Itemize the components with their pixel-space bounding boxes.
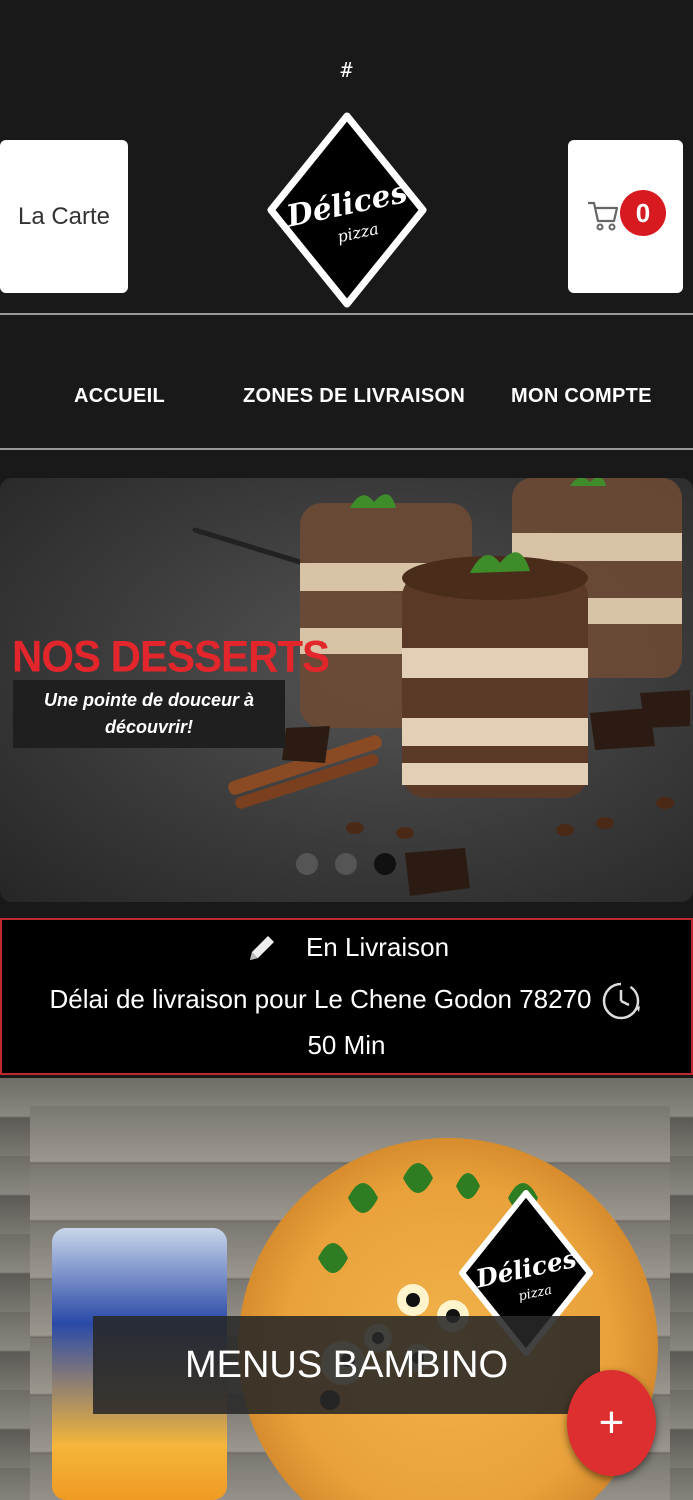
header-divider [0,313,693,315]
delivery-duration: 50 Min [307,1030,386,1060]
delivery-delay-row: Délai de livraison pour Le Chene Godon 7… [2,978,691,1024]
delivery-delay-text: Délai de livraison pour Le Chene Godon 7… [49,983,592,1014]
cart-count-badge: 0 [620,190,666,236]
cart-icon [588,201,619,231]
nav-divider [0,448,693,450]
pencil-icon [249,936,274,961]
banner-label-box: MENUS BAMBINO [93,1316,600,1414]
slide-title: NOS DESSERTS [12,631,330,682]
banner-label: MENUS BAMBINO [184,1343,509,1386]
delivery-mode-row: En Livraison [2,932,691,966]
plus-icon: + [598,1398,625,1447]
slide-subtitle: Une pointe de douceur à découvrir! [43,690,255,737]
slide-subtitle-box: Une pointe de douceur à découvrir! [13,680,285,748]
main-nav: ACCUEIL ZONES DE LIVRAISON MON COMPTE [0,385,693,419]
header: La Carte Délices pizza 0 [0,112,693,308]
top-hash-text: # [340,58,353,82]
clock-icon [602,982,640,1020]
delivery-mode-text: En Livraison [305,932,450,962]
slider-dot-2[interactable] [335,853,357,875]
add-floating-button[interactable]: + [567,1370,656,1476]
nav-item-mon-compte[interactable]: MON COMPTE [511,385,652,408]
promo-slider[interactable]: NOS DESSERTS Une pointe de douceur à déc… [0,478,693,902]
la-carte-button[interactable]: La Carte [0,140,128,293]
slider-dot-3[interactable] [374,853,396,875]
delices-pizza-logo[interactable]: Délices pizza [265,110,430,310]
delivery-info-box[interactable]: En Livraison Délai de livraison pour Le … [0,918,693,1075]
nav-item-zones-de-livraison[interactable]: ZONES DE LIVRAISON [243,385,465,408]
nav-item-accueil[interactable]: ACCUEIL [74,385,165,408]
slider-dot-1[interactable] [296,853,318,875]
cart-button[interactable]: 0 [568,140,683,293]
